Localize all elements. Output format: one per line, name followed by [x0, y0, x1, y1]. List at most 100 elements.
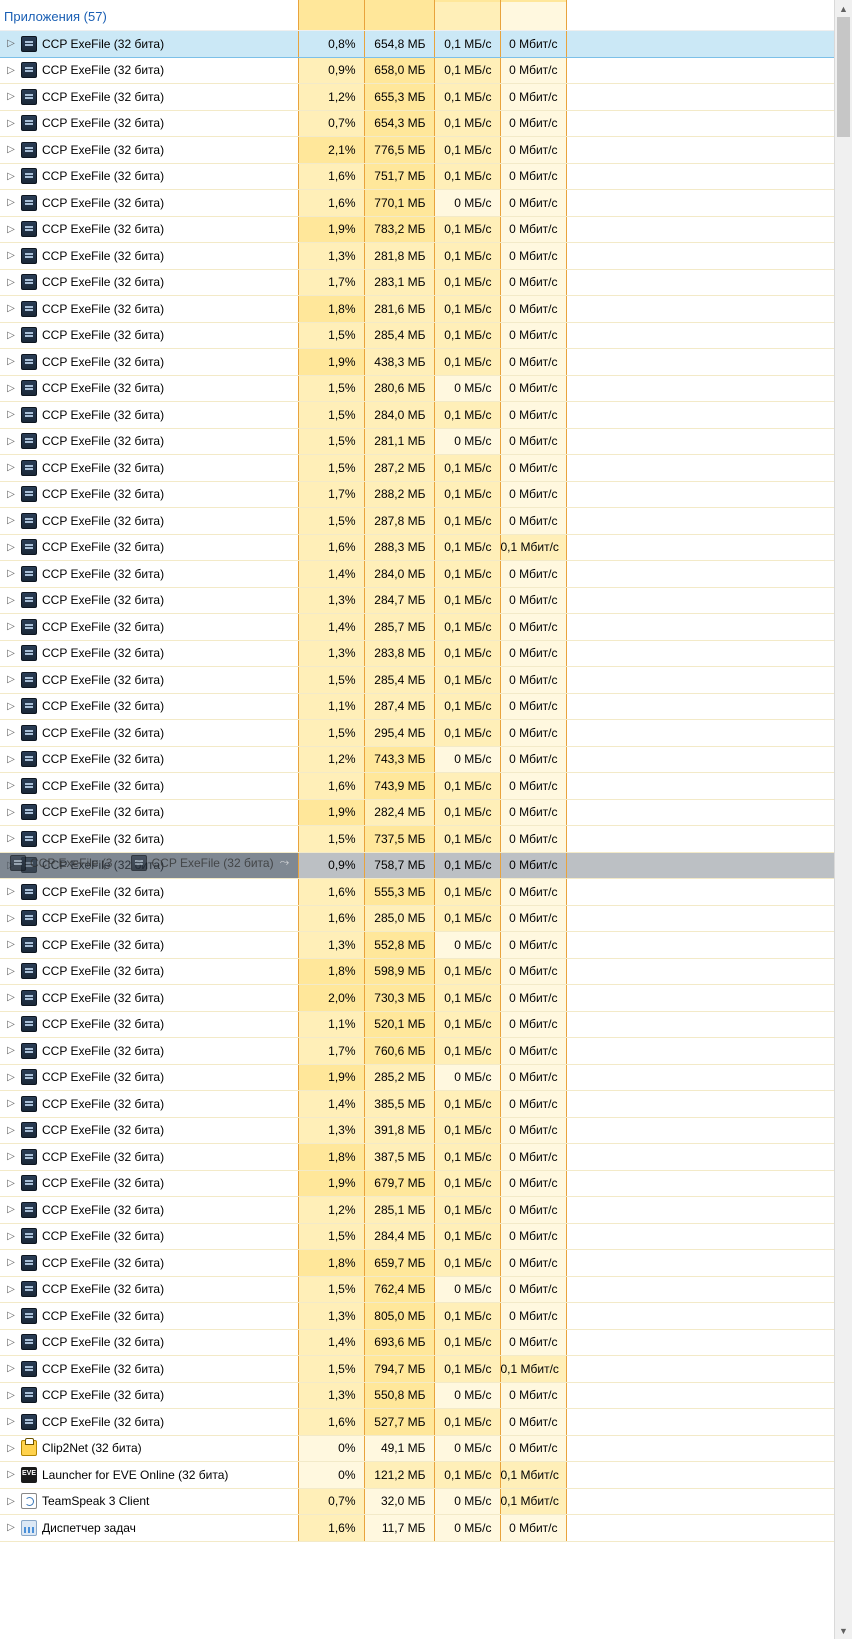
expand-icon[interactable]: ▷ [6, 489, 16, 500]
group-header[interactable]: Приложения (57) [0, 9, 107, 24]
table-row[interactable]: ▷CCP ExeFile (32 бита)1,5%287,8 МБ0,1 МБ… [0, 508, 835, 535]
expand-icon[interactable]: ▷ [6, 754, 16, 765]
expand-icon[interactable]: ▷ [6, 383, 16, 394]
table-row[interactable]: ▷CCP ExeFile (32 бита)1,5%285,4 МБ0,1 МБ… [0, 667, 835, 694]
expand-icon[interactable]: ▷ [6, 833, 16, 844]
table-row[interactable]: ▷CCP ExeFile (32 бита)1,8%659,7 МБ0,1 МБ… [0, 1250, 835, 1277]
expand-icon[interactable]: ▷ [6, 1443, 16, 1454]
expand-icon[interactable]: ▷ [6, 621, 16, 632]
table-row[interactable]: ▷CCP ExeFile (32 бита)1,6%770,1 МБ0 МБ/с… [0, 190, 835, 217]
scroll-thumb[interactable] [837, 17, 850, 137]
table-row[interactable]: ▷TeamSpeak 3 Client0,7%32,0 МБ0 МБ/с0,1 … [0, 1488, 835, 1515]
expand-icon[interactable]: ▷ [6, 1310, 16, 1321]
table-row[interactable]: ▷CCP ExeFile (32 бита)1,6%288,3 МБ0,1 МБ… [0, 534, 835, 561]
expand-icon[interactable]: ▷ [6, 409, 16, 420]
expand-icon[interactable]: ▷ [6, 807, 16, 818]
table-row[interactable]: ▷CCP ExeFile (32 бита)1,5%280,6 МБ0 МБ/с… [0, 375, 835, 402]
expand-icon[interactable]: ▷ [6, 939, 16, 950]
table-row[interactable]: ▷CCP ExeFile (32 бита)1,1%520,1 МБ0,1 МБ… [0, 1011, 835, 1038]
table-row[interactable]: ▷CCP ExeFile (32 бита)1,3%550,8 МБ0 МБ/с… [0, 1382, 835, 1409]
expand-icon[interactable]: ▷ [6, 701, 16, 712]
table-row[interactable]: ▷CCP ExeFile (32 бита)1,4%285,7 МБ0,1 МБ… [0, 614, 835, 641]
expand-icon[interactable]: ▷ [6, 462, 16, 473]
expand-icon[interactable]: ▷ [6, 674, 16, 685]
table-row[interactable]: ▷EVELauncher for EVE Online (32 бита)0%1… [0, 1462, 835, 1489]
expand-icon[interactable]: ▷ [6, 1257, 16, 1268]
expand-icon[interactable]: ▷ [6, 1151, 16, 1162]
expand-icon[interactable]: ▷ [6, 966, 16, 977]
expand-icon[interactable]: ▷ [6, 224, 16, 235]
expand-icon[interactable]: ▷ [6, 277, 16, 288]
expand-icon[interactable]: ▷ [6, 436, 16, 447]
expand-icon[interactable]: ▷ [6, 250, 16, 261]
table-row[interactable]: ▷CCP ExeFile (32 бита)2,0%730,3 МБ0,1 МБ… [0, 985, 835, 1012]
table-row[interactable]: ▷CCP ExeFile (32 бита)1,5%287,2 МБ0,1 МБ… [0, 455, 835, 482]
expand-icon[interactable]: ▷ [6, 992, 16, 1003]
table-row[interactable]: ▷CCP ExeFile (32 бита)CCP ExeFile (3CCP … [0, 852, 835, 879]
expand-icon[interactable]: ▷ [6, 568, 16, 579]
expand-icon[interactable]: ▷ [6, 913, 16, 924]
table-row[interactable]: ▷CCP ExeFile (32 бита)1,6%555,3 МБ0,1 МБ… [0, 879, 835, 906]
table-row[interactable]: ▷CCP ExeFile (32 бита)1,3%805,0 МБ0,1 МБ… [0, 1303, 835, 1330]
expand-icon[interactable]: ▷ [6, 886, 16, 897]
table-row[interactable]: ▷CCP ExeFile (32 бита)1,3%283,8 МБ0,1 МБ… [0, 640, 835, 667]
table-row[interactable]: ▷CCP ExeFile (32 бита)1,5%794,7 МБ0,1 МБ… [0, 1356, 835, 1383]
table-row[interactable]: ▷CCP ExeFile (32 бита)1,5%295,4 МБ0,1 МБ… [0, 720, 835, 747]
table-row[interactable]: ▷CCP ExeFile (32 бита)1,5%281,1 МБ0 МБ/с… [0, 428, 835, 455]
table-row[interactable]: ▷Диспетчер задач1,6%11,7 МБ0 МБ/с0 Мбит/… [0, 1515, 835, 1542]
table-row[interactable]: ▷CCP ExeFile (32 бита)1,7%283,1 МБ0,1 МБ… [0, 269, 835, 296]
expand-icon[interactable]: ▷ [6, 144, 16, 155]
table-row[interactable]: ▷CCP ExeFile (32 бита)1,6%751,7 МБ0,1 МБ… [0, 163, 835, 190]
expand-icon[interactable]: ▷ [6, 860, 16, 871]
table-row[interactable]: ▷Clip2Net (32 бита)0%49,1 МБ0 МБ/с0 Мбит… [0, 1435, 835, 1462]
table-row[interactable]: ▷CCP ExeFile (32 бита)1,8%281,6 МБ0,1 МБ… [0, 296, 835, 323]
table-row[interactable]: ▷CCP ExeFile (32 бита)1,6%743,9 МБ0,1 МБ… [0, 773, 835, 800]
expand-icon[interactable]: ▷ [6, 1045, 16, 1056]
expand-icon[interactable]: ▷ [6, 1337, 16, 1348]
expand-icon[interactable]: ▷ [6, 1125, 16, 1136]
expand-icon[interactable]: ▷ [6, 1469, 16, 1480]
table-row[interactable]: ▷CCP ExeFile (32 бита)1,9%438,3 МБ0,1 МБ… [0, 349, 835, 376]
table-row[interactable]: ▷CCP ExeFile (32 бита)0,7%654,3 МБ0,1 МБ… [0, 110, 835, 137]
table-row[interactable]: ▷CCP ExeFile (32 бита)1,5%285,4 МБ0,1 МБ… [0, 322, 835, 349]
expand-icon[interactable]: ▷ [6, 1390, 16, 1401]
table-row[interactable]: ▷CCP ExeFile (32 бита)1,9%282,4 МБ0,1 МБ… [0, 799, 835, 826]
table-row[interactable]: ▷CCP ExeFile (32 бита)1,2%743,3 МБ0 МБ/с… [0, 746, 835, 773]
scroll-up-button[interactable]: ▲ [835, 0, 852, 17]
vertical-scrollbar[interactable]: ▲ ▼ [834, 0, 852, 1639]
table-row[interactable]: ▷CCP ExeFile (32 бита)2,1%776,5 МБ0,1 МБ… [0, 137, 835, 164]
expand-icon[interactable]: ▷ [6, 542, 16, 553]
table-row[interactable]: ▷CCP ExeFile (32 бита)0,8%654,8 МБ0,1 МБ… [0, 31, 835, 58]
table-row[interactable]: ▷CCP ExeFile (32 бита)1,5%284,4 МБ0,1 МБ… [0, 1223, 835, 1250]
expand-icon[interactable]: ▷ [6, 1231, 16, 1242]
expand-icon[interactable]: ▷ [6, 1178, 16, 1189]
expand-icon[interactable]: ▷ [6, 1522, 16, 1533]
expand-icon[interactable]: ▷ [6, 118, 16, 129]
table-row[interactable]: ▷CCP ExeFile (32 бита)1,6%527,7 МБ0,1 МБ… [0, 1409, 835, 1436]
table-row[interactable]: ▷CCP ExeFile (32 бита)1,8%598,9 МБ0,1 МБ… [0, 958, 835, 985]
expand-icon[interactable]: ▷ [6, 1072, 16, 1083]
table-row[interactable]: ▷CCP ExeFile (32 бита)1,4%385,5 МБ0,1 МБ… [0, 1091, 835, 1118]
table-row[interactable]: ▷CCP ExeFile (32 бита)1,9%679,7 МБ0,1 МБ… [0, 1170, 835, 1197]
expand-icon[interactable]: ▷ [6, 1284, 16, 1295]
table-row[interactable]: ▷CCP ExeFile (32 бита)1,8%387,5 МБ0,1 МБ… [0, 1144, 835, 1171]
expand-icon[interactable]: ▷ [6, 1363, 16, 1374]
table-row[interactable]: ▷CCP ExeFile (32 бита)0,9%658,0 МБ0,1 МБ… [0, 57, 835, 84]
expand-icon[interactable]: ▷ [6, 1496, 16, 1507]
table-row[interactable]: ▷CCP ExeFile (32 бита)1,5%284,0 МБ0,1 МБ… [0, 402, 835, 429]
table-row[interactable]: ▷CCP ExeFile (32 бита)1,3%284,7 МБ0,1 МБ… [0, 587, 835, 614]
table-row[interactable]: ▷CCP ExeFile (32 бита)1,9%285,2 МБ0 МБ/с… [0, 1064, 835, 1091]
expand-icon[interactable]: ▷ [6, 1204, 16, 1215]
expand-icon[interactable]: ▷ [6, 330, 16, 341]
table-row[interactable]: ▷CCP ExeFile (32 бита)1,5%762,4 МБ0 МБ/с… [0, 1276, 835, 1303]
table-row[interactable]: ▷CCP ExeFile (32 бита)1,4%284,0 МБ0,1 МБ… [0, 561, 835, 588]
table-row[interactable]: ▷CCP ExeFile (32 бита)1,7%760,6 МБ0,1 МБ… [0, 1038, 835, 1065]
expand-icon[interactable]: ▷ [6, 171, 16, 182]
expand-icon[interactable]: ▷ [6, 595, 16, 606]
expand-icon[interactable]: ▷ [6, 727, 16, 738]
expand-icon[interactable]: ▷ [6, 780, 16, 791]
expand-icon[interactable]: ▷ [6, 1019, 16, 1030]
expand-icon[interactable]: ▷ [6, 1416, 16, 1427]
expand-icon[interactable]: ▷ [6, 648, 16, 659]
table-row[interactable]: ▷CCP ExeFile (32 бита)1,7%288,2 МБ0,1 МБ… [0, 481, 835, 508]
